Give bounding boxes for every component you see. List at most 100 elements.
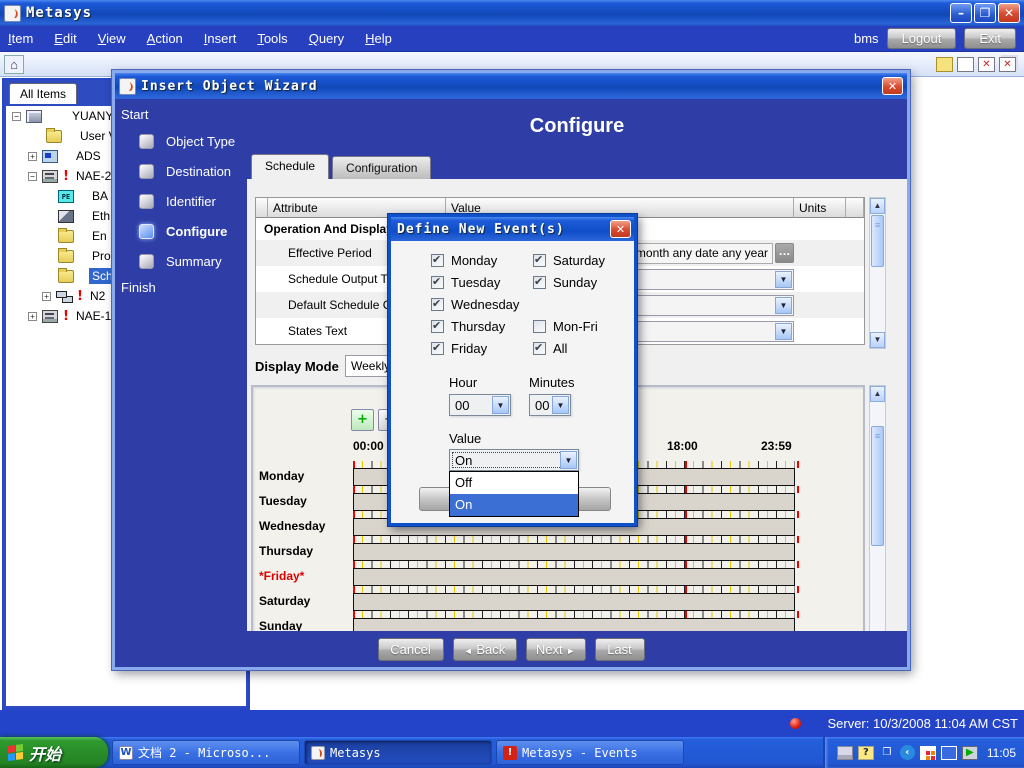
browse-button[interactable]: ... (775, 243, 794, 263)
mon-fri-checkbox[interactable] (533, 320, 546, 333)
step-indicator-icon (139, 133, 154, 149)
hour-label: Hour (449, 375, 478, 390)
alarm-icon: ! (77, 288, 83, 304)
monday-checkbox[interactable] (431, 253, 444, 267)
collapse-tray-icon[interactable]: ‹ (899, 745, 915, 760)
scroll-down-icon[interactable]: ▼ (870, 332, 885, 348)
folder-icon (58, 247, 74, 263)
menu-item[interactable]: Query (309, 31, 344, 46)
tab-configuration[interactable]: Configuration (332, 156, 432, 179)
menu-item[interactable]: Tools (257, 31, 287, 46)
menu-item[interactable]: Help (365, 31, 392, 46)
folder-icon (58, 267, 74, 283)
step-configure[interactable]: Configure (115, 212, 247, 242)
menu-item[interactable]: View (98, 31, 126, 46)
schedule-bar[interactable] (353, 593, 795, 611)
back-arrow-icon: ◄ (463, 645, 473, 656)
collapse-icon[interactable]: − (28, 171, 37, 181)
scroll-thumb[interactable] (871, 215, 884, 267)
dropdown-arrow-icon[interactable]: ▼ (775, 270, 792, 288)
menu-item[interactable]: Insert (204, 31, 237, 46)
tuesday-checkbox[interactable] (431, 275, 444, 289)
schedule-bar[interactable] (353, 543, 795, 561)
wednesday-checkbox[interactable] (431, 297, 444, 311)
database-tray-icon[interactable]: ▶ (961, 745, 978, 760)
add-event-button[interactable]: + (351, 409, 374, 431)
tab-schedule[interactable]: Schedule (251, 154, 330, 179)
step-identifier[interactable]: Identifier (115, 182, 247, 212)
taskbar-task-metasys[interactable]: Metasys (304, 740, 492, 765)
step-summary[interactable]: Summary (115, 242, 247, 272)
close-all-panes-icon[interactable]: ✕ (999, 56, 1016, 72)
taskbar-task-metasys-events[interactable]: ! Metasys - Events (496, 740, 684, 765)
thursday-checkbox[interactable] (431, 319, 444, 333)
option-on[interactable]: On (450, 494, 578, 516)
value-dropdown-list: Off On (449, 471, 579, 517)
scroll-up-icon[interactable]: ▲ (870, 198, 885, 214)
dropdown-arrow-icon[interactable]: ▼ (775, 322, 792, 340)
expand-icon[interactable]: + (42, 291, 51, 301)
friday-checkbox[interactable] (431, 341, 444, 355)
office-tray-icon[interactable] (919, 745, 936, 760)
home-button[interactable]: ⌂ (4, 54, 24, 74)
maximize-pane-icon[interactable] (957, 56, 974, 72)
word-icon: W (119, 745, 133, 760)
minimize-button[interactable]: – (950, 3, 972, 23)
expand-icon[interactable]: + (28, 151, 37, 161)
dialog-close-button[interactable]: ✕ (610, 220, 631, 238)
value-select[interactable]: On ▼ (449, 449, 579, 471)
collapse-icon[interactable]: − (12, 111, 21, 121)
expand-icon[interactable]: + (28, 311, 37, 321)
window-titlebar: Metasys – ❐ ✕ (0, 0, 1024, 26)
tab-all-items[interactable]: All Items (9, 83, 78, 104)
next-button[interactable]: Next ► (525, 637, 586, 661)
wizard-close-button[interactable]: ✕ (882, 77, 903, 95)
wizard-button-bar: Cancel ◄ Back Next ► Last (115, 631, 907, 667)
menu-item[interactable]: Item (8, 31, 33, 46)
close-pane-icon[interactable]: ✕ (978, 56, 995, 72)
exit-button[interactable]: Exit (964, 28, 1016, 49)
back-button[interactable]: ◄ Back (452, 637, 517, 661)
java-app-icon (4, 4, 21, 22)
dropdown-arrow-icon[interactable]: ▼ (552, 396, 569, 414)
nae-device-icon (42, 169, 58, 183)
grid-scrollbar[interactable]: ▲ ▼ (869, 385, 886, 649)
taskbar-clock: 11:05 (986, 745, 1016, 760)
menu-item[interactable]: Action (147, 31, 183, 46)
scroll-up-icon[interactable]: ▲ (870, 386, 885, 402)
help-icon[interactable]: ? (857, 745, 874, 760)
minutes-label: Minutes (529, 375, 575, 390)
hour-select[interactable]: 00 ▼ (449, 394, 511, 416)
all-checkbox[interactable] (533, 341, 546, 355)
dialog-body: Monday Saturday Tuesday Sunday Wednesday… (391, 241, 634, 523)
cancel-button[interactable]: Cancel (377, 637, 444, 661)
network-tray-icon[interactable] (940, 745, 957, 760)
alarm-icon: ! (63, 308, 69, 324)
last-button[interactable]: Last (594, 637, 645, 661)
saturday-checkbox[interactable] (533, 253, 546, 267)
dropdown-arrow-icon[interactable]: ▼ (560, 451, 577, 469)
start-button[interactable]: 开始 (0, 737, 108, 768)
minutes-select[interactable]: 00 ▼ (529, 394, 571, 416)
keyboard-icon[interactable] (836, 745, 853, 760)
logout-button[interactable]: Logout (886, 28, 957, 49)
server-icon (42, 149, 58, 163)
day-row-friday: *Friday* (259, 561, 799, 586)
lock-pane-icon[interactable] (936, 56, 953, 72)
col-units: Units (794, 198, 846, 218)
sunday-checkbox[interactable] (533, 275, 546, 289)
restore-button[interactable]: ❐ (974, 3, 996, 23)
dropdown-arrow-icon[interactable]: ▼ (775, 296, 792, 314)
step-destination[interactable]: Destination (115, 152, 247, 182)
menu-item[interactable]: Edit (54, 31, 76, 46)
restore-tray-icon[interactable]: ❐ (879, 746, 895, 760)
scroll-thumb[interactable] (871, 426, 884, 546)
close-button[interactable]: ✕ (998, 3, 1020, 23)
step-object-type[interactable]: Object Type (115, 122, 247, 152)
option-off[interactable]: Off (450, 472, 578, 494)
schedule-bar[interactable] (353, 568, 795, 586)
dropdown-arrow-icon[interactable]: ▼ (492, 396, 509, 414)
table-scrollbar[interactable]: ▲ ▼ (869, 197, 886, 349)
taskbar-task-word[interactable]: W 文档 2 - Microso... (112, 740, 300, 765)
folder-icon (58, 227, 74, 243)
